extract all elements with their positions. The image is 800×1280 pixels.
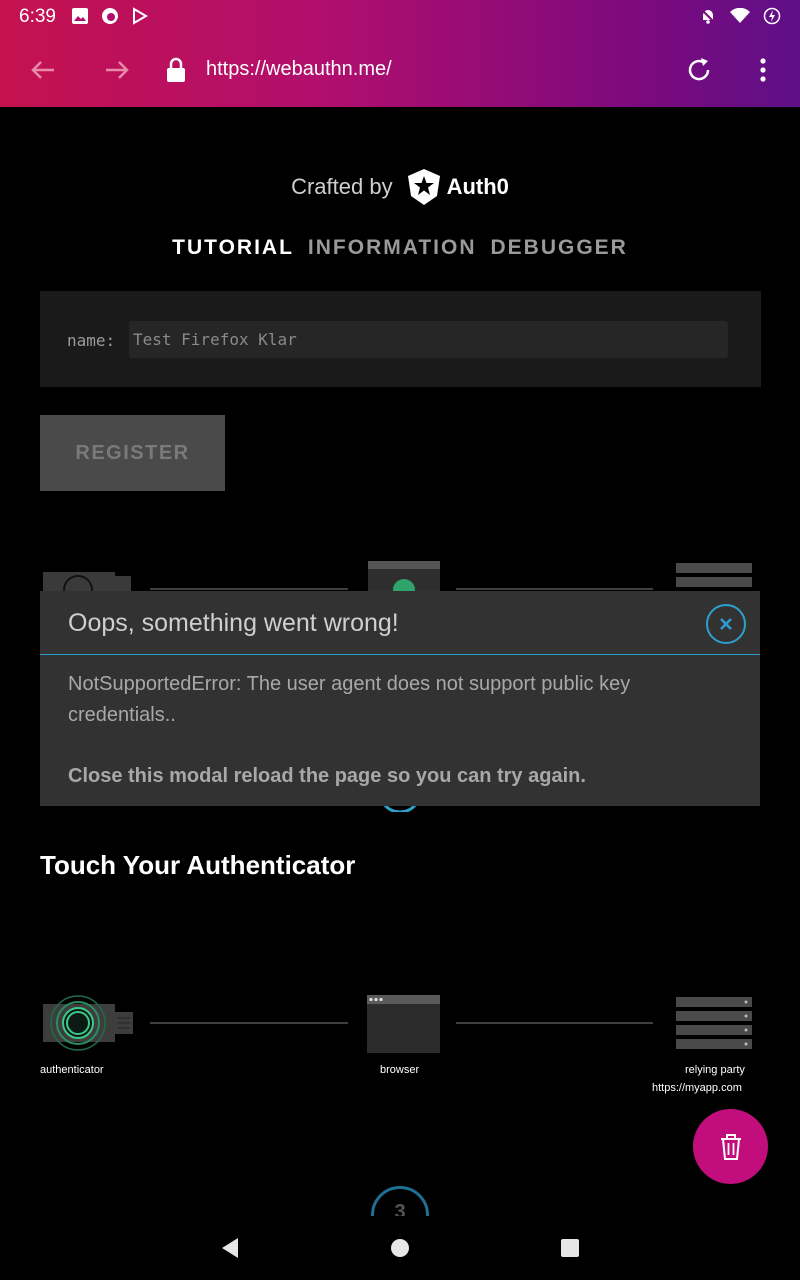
step-number: 3	[371, 1186, 429, 1216]
lock-icon	[152, 46, 200, 94]
battery-charging-icon	[762, 6, 782, 26]
reload-icon	[688, 58, 710, 81]
main-tabs: TUTORIAL INFORMATION DEBUGGER	[0, 236, 800, 260]
firefox-notification-icon	[100, 6, 120, 26]
name-form: name:	[40, 291, 761, 387]
crafted-by-text: Crafted by	[291, 174, 393, 199]
nav-home-button[interactable]	[386, 1234, 414, 1262]
register-button[interactable]: REGISTER	[40, 415, 225, 491]
system-navigation-bar	[0, 1216, 800, 1280]
delete-fab-button[interactable]	[693, 1109, 768, 1184]
server-rack-icon	[676, 997, 752, 1049]
relying-party-url: https://myapp.com	[652, 1082, 742, 1094]
browser-label: browser	[380, 1064, 420, 1076]
back-button[interactable]	[19, 46, 67, 94]
forward-arrow-icon	[106, 61, 129, 79]
tab-debugger[interactable]: DEBUGGER	[491, 236, 628, 260]
reload-button[interactable]	[675, 46, 723, 94]
status-bar: 6:39	[0, 0, 800, 34]
nav-back-icon	[222, 1238, 238, 1258]
gallery-notification-icon	[70, 6, 90, 26]
play-store-notification-icon	[130, 6, 150, 26]
relying-party-label: relying party	[685, 1064, 745, 1076]
crafted-by-header: Crafted by Auth0	[0, 168, 800, 206]
section-title: Touch Your Authenticator	[40, 850, 356, 880]
modal-message: NotSupportedError: The user agent does n…	[68, 673, 631, 726]
auth0-shield-icon	[407, 169, 440, 205]
browser-toolbar: https://webauthn.me/	[0, 34, 800, 107]
name-input[interactable]	[129, 321, 728, 358]
modal-close-button[interactable]	[706, 604, 746, 644]
url-bar[interactable]: https://webauthn.me/	[206, 58, 392, 81]
forward-button[interactable]	[93, 46, 141, 94]
wifi-icon	[730, 6, 750, 26]
authenticator-device-icon	[43, 995, 133, 1051]
modal-note: Close this modal reload the page so you …	[68, 765, 586, 787]
modal-title: Oops, something went wrong!	[68, 609, 399, 637]
step-indicator: 3	[371, 1186, 429, 1216]
nav-home-icon	[391, 1239, 409, 1257]
nav-recents-icon	[561, 1239, 579, 1257]
nav-recents-button[interactable]	[556, 1234, 584, 1262]
back-arrow-icon	[31, 61, 54, 79]
browser-window-icon	[367, 995, 440, 1053]
status-time: 6:39	[19, 6, 56, 27]
authenticator-label: authenticator	[40, 1064, 104, 1076]
authenticator-flow-diagram	[43, 995, 752, 1053]
browser-topbar: 6:39 https://webauthn.me/	[0, 0, 800, 107]
error-modal: Oops, something went wrong! NotSupported…	[40, 591, 760, 806]
auth0-brand-text: Auth0	[446, 174, 509, 199]
auth0-logo[interactable]: Auth0	[407, 168, 509, 206]
tab-information[interactable]: INFORMATION	[308, 236, 477, 260]
tab-tutorial[interactable]: TUTORIAL	[172, 236, 294, 260]
menu-dots-icon	[760, 58, 766, 82]
notifications-off-icon	[698, 6, 718, 26]
nav-back-button[interactable]	[216, 1234, 244, 1262]
close-icon	[720, 618, 732, 630]
menu-button[interactable]	[739, 46, 787, 94]
trash-icon	[720, 1133, 741, 1160]
name-label: name:	[67, 331, 116, 350]
modal-header: Oops, something went wrong!	[40, 591, 760, 655]
